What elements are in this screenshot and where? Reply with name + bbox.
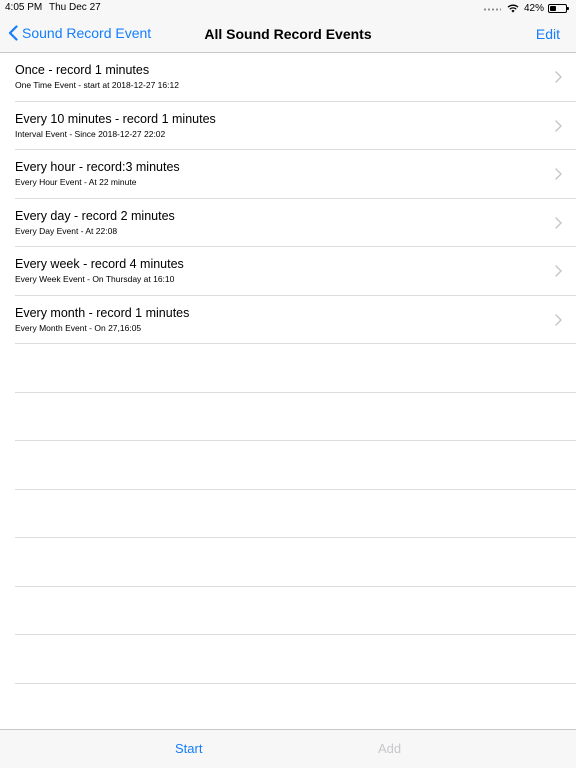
event-title: Every hour - record:3 minutes [15,160,180,174]
battery-level-fill [550,5,556,11]
battery-cap [567,6,569,10]
chevron-right-icon [555,168,562,180]
status-date: Thu Dec 27 [49,2,101,13]
empty-row-separator [15,585,576,587]
event-row[interactable]: Every hour - record:3 minutes Every Hour… [0,150,576,199]
empty-row-separator [15,440,576,441]
event-subtitle: Every Day Event - At 22:08 [15,225,118,236]
event-row[interactable]: Every week - record 4 minutes Every Week… [0,247,576,296]
event-title: Every week - record 4 minutes [15,257,184,271]
event-row[interactable]: Every month - record 1 minutes Every Mon… [0,296,576,345]
event-title: Every month - record 1 minutes [15,305,190,320]
empty-row-separator [15,488,576,490]
empty-row-separator [15,682,576,684]
event-subtitle: Every Week Event - On Thursday at 16:10 [15,274,175,284]
battery-percent: 42% [523,2,544,14]
screen: 4:05 PM Thu Dec 27 42% Sound Record Even… [0,0,576,768]
chevron-left-icon [8,25,18,41]
status-indicators: 42% [482,2,569,14]
event-title: Every day - record 2 minutes [15,208,175,223]
wifi-icon [507,4,519,13]
back-button[interactable]: Sound Record Event [8,25,151,41]
bottom-toolbar: Start Add [0,729,576,768]
signal-icon [482,8,501,11]
battery-icon [548,3,569,13]
chevron-right-icon [555,313,562,326]
add-button[interactable]: Add [378,741,401,756]
event-title: Once - record 1 minutes [15,63,150,77]
event-subtitle: Every Month Event - On 27,16:05 [15,322,142,333]
navigation-bar: Sound Record Event All Sound Record Even… [0,16,576,53]
event-title: Every 10 minutes - record 1 minutes [15,111,216,126]
chevron-right-icon [555,71,562,83]
status-bar: 4:05 PM Thu Dec 27 42% [0,0,576,16]
status-time: 4:05 PM [5,2,43,13]
event-row[interactable]: Every 10 minutes - record 1 minutes Inte… [0,102,576,151]
event-list: Once - record 1 minutes One Time Event -… [0,53,576,344]
event-row[interactable]: Once - record 1 minutes One Time Event -… [0,53,576,102]
chevron-right-icon [555,265,562,277]
empty-row-separator [15,634,576,635]
event-row[interactable]: Every day - record 2 minutes Every Day E… [0,199,576,248]
empty-row-separator [15,391,576,393]
edit-button[interactable]: Edit [536,26,560,42]
chevron-right-icon [555,119,562,132]
back-button-label: Sound Record Event [22,25,152,41]
start-button[interactable]: Start [175,741,202,756]
event-subtitle: Interval Event - Since 2018-12-27 22:02 [15,128,166,139]
chevron-right-icon [555,216,562,229]
event-subtitle: Every Hour Event - At 22 minute [15,177,137,187]
empty-row-separator [15,537,576,538]
event-subtitle: One Time Event - start at 2018-12-27 16:… [15,80,179,90]
